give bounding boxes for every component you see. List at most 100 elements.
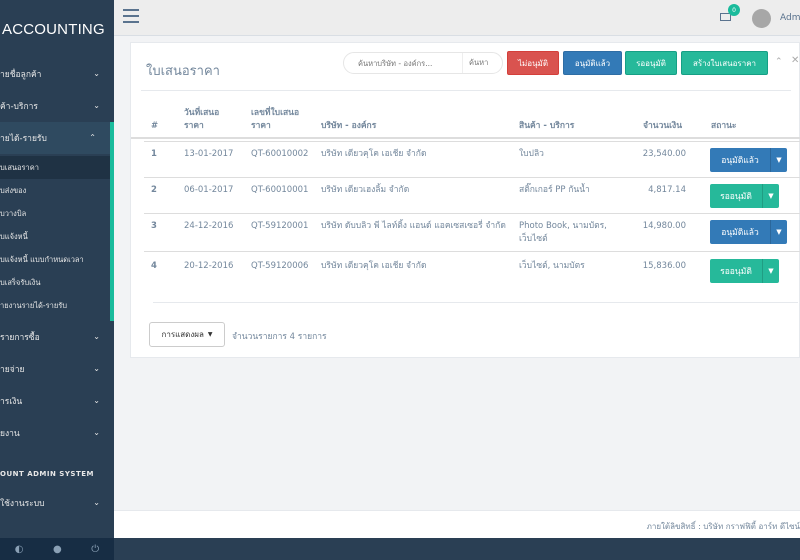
chevron-down-icon: ⌄: [93, 101, 100, 110]
record-count: จำนวนรายการ 4 รายการ: [232, 332, 327, 342]
row-date: 24-12-2016: [184, 221, 234, 231]
user-name[interactable]: Admin: [780, 13, 800, 23]
col-company: บริษัท - องค์กร: [321, 121, 377, 131]
table-header: # วันที่เสนอ ราคา เลขที่ใบเสนอ ราคา บริษ…: [131, 107, 800, 139]
sidebar-subitem-income-report[interactable]: ายงานรายได้-รายรับ: [0, 294, 110, 317]
filter-approved-button[interactable]: อนุมัติแล้ว: [563, 51, 622, 75]
sidebar-item-products[interactable]: ค้า-บริการ ⌄: [0, 90, 114, 122]
row-doc[interactable]: QT-60010002: [251, 148, 308, 161]
sidebar-subitem-receipt[interactable]: บเสร็จรับเงิน: [0, 271, 110, 294]
panel-divider: [141, 90, 791, 91]
table-row: 2 06-01-2017 QT-60010001 บริษัท เดียวเฮง…: [144, 177, 800, 213]
close-icon[interactable]: ✕: [791, 55, 799, 66]
status-dropdown[interactable]: อนุมัติแล้ว ▼: [710, 148, 787, 172]
sidebar-item-finance[interactable]: ารเงิน ⌄: [0, 385, 114, 417]
avatar[interactable]: [752, 9, 771, 28]
status-label[interactable]: รออนุมัติ: [710, 259, 762, 283]
status-label[interactable]: อนุมัติแล้ว: [710, 148, 770, 172]
row-company: บริษัท เดียวคุโค เอเชีย จำกัด: [321, 149, 427, 159]
filter-rejected-button[interactable]: ไม่อนุมัติ: [507, 51, 559, 75]
col-date: วันที่เสนอ ราคา: [184, 108, 220, 131]
row-company: บริษัท เดียวเฮงลิ้ม จำกัด: [321, 185, 410, 195]
col-num: #: [151, 121, 159, 131]
copyright-text: ภายใต้ลิขสิทธิ์ : บริษัท กราฟฟิตี้ อาร์ท…: [646, 522, 800, 531]
power-icon[interactable]: ⏻: [91, 544, 99, 555]
collapse-icon[interactable]: ⌃: [775, 57, 783, 67]
sidebar-item-label: ายจ่าย: [0, 365, 25, 375]
search-input[interactable]: [344, 53, 462, 73]
sidebar-item-label: ยงาน: [0, 429, 20, 439]
row-amount: 23,540.00: [642, 149, 686, 159]
menu-toggle-icon[interactable]: [123, 9, 139, 23]
status-label[interactable]: รออนุมัติ: [710, 184, 762, 208]
sidebar-item-label: ายได้-รายรับ: [0, 134, 47, 144]
chevron-up-icon: ⌃: [89, 133, 96, 142]
chevron-down-icon: ⌄: [93, 69, 100, 78]
row-doc[interactable]: QT-60010001: [251, 184, 308, 197]
row-amount: 15,836.00: [642, 261, 686, 271]
row-date: 06-01-2017: [184, 185, 234, 195]
row-num: 3: [151, 221, 157, 231]
table-divider: [153, 302, 798, 303]
status-dropdown[interactable]: รออนุมัติ ▼: [710, 184, 779, 208]
status-dropdown[interactable]: รออนุมัติ ▼: [710, 259, 779, 283]
caret-down-icon[interactable]: ▼: [762, 259, 779, 283]
table-row: 3 24-12-2016 QT-59120001 บริษัท ดับบลิว …: [144, 213, 800, 251]
display-options-button[interactable]: การแสดงผล ▼: [149, 322, 225, 347]
sidebar-item-reports[interactable]: ยงาน ⌄: [0, 417, 114, 449]
row-date: 13-01-2017: [184, 149, 234, 159]
dashboard-icon[interactable]: ◐: [15, 544, 24, 555]
display-options-label: การแสดงผล: [161, 330, 204, 339]
row-product: สติ๊กเกอร์ PP กันน้ำ: [519, 185, 590, 195]
sidebar-item-label: ารเงิน: [0, 397, 23, 407]
brand-logo: ACCOUNTING: [2, 20, 105, 38]
chevron-down-icon: ⌄: [93, 396, 100, 405]
row-amount: 4,817.14: [648, 185, 686, 195]
create-quotation-button[interactable]: สร้างใบเสนอราคา: [681, 51, 768, 75]
sidebar-subitem-invoice[interactable]: บแจ้งหนี้: [0, 225, 110, 248]
sidebar-item-expenses[interactable]: ายจ่าย ⌄: [0, 353, 114, 385]
status-dropdown[interactable]: อนุมัติแล้ว ▼: [710, 220, 787, 244]
chevron-down-icon: ⌄: [93, 428, 100, 437]
row-product: เว็บไซต์, นามบัตร: [519, 261, 585, 271]
user-icon[interactable]: ●: [53, 544, 62, 555]
row-num: 1: [151, 149, 157, 159]
sidebar-subitem-delivery[interactable]: บส่งของ: [0, 179, 110, 202]
filter-pending-button[interactable]: รออนุมัติ: [625, 51, 677, 75]
col-amount: จำนวนเงิน: [643, 121, 683, 131]
col-doc: เลขที่ใบเสนอ ราคา: [251, 108, 300, 131]
footer: ภายใต้ลิขสิทธิ์ : บริษัท กราฟฟิตี้ อาร์ท…: [114, 510, 800, 538]
status-label[interactable]: อนุมัติแล้ว: [710, 220, 770, 244]
sidebar-item-label: ใช้งานระบบ: [0, 499, 45, 509]
sidebar-footer: ◐ ● ⏻: [0, 538, 114, 560]
row-company: บริษัท เดียวคุโค เอเชีย จำกัด: [321, 261, 427, 271]
row-doc[interactable]: QT-59120006: [251, 260, 308, 273]
caret-down-icon[interactable]: ▼: [762, 184, 779, 208]
sidebar-subitem-billing[interactable]: บวางบิล: [0, 202, 110, 225]
row-num: 2: [151, 185, 157, 195]
page-title: ใบเสนอราคา: [146, 64, 220, 79]
row-doc[interactable]: QT-59120001: [251, 220, 308, 233]
sidebar-item-users[interactable]: ใช้งานระบบ ⌄: [0, 487, 114, 519]
col-status: สถานะ: [711, 121, 737, 131]
sidebar-section-title: OUNT ADMIN SYSTEM: [0, 470, 94, 478]
notification-badge: 0: [728, 4, 740, 16]
quotation-panel: ใบเสนอราคา ค้นหา ไม่อนุมัติ อนุมัติแล้ว …: [130, 42, 800, 358]
caret-down-icon[interactable]: ▼: [770, 148, 787, 172]
sidebar-item-customers[interactable]: ายชื่อลูกค้า ⌄: [0, 58, 114, 90]
table-row: 1 13-01-2017 QT-60010002 บริษัท เดียวคุโ…: [144, 141, 800, 177]
sidebar: ACCOUNTING ายชื่อลูกค้า ⌄ ค้า-บริการ ⌄ า…: [0, 0, 114, 538]
sidebar-item-purchases[interactable]: รายการซื้อ ⌄: [0, 321, 114, 353]
row-product: Photo Book, นามบัตร, เว็บไซต์: [519, 221, 607, 244]
sidebar-item-label: ายชื่อลูกค้า: [0, 70, 42, 80]
sidebar-subitem-quotation[interactable]: บเสนอราคา: [0, 156, 110, 179]
caret-down-icon[interactable]: ▼: [770, 220, 787, 244]
sidebar-subitem-scheduled-invoice[interactable]: บแจ้งหนี้ แบบกำหนดเวลา: [0, 248, 110, 271]
search-button[interactable]: ค้นหา: [462, 53, 488, 73]
table-row: 4 20-12-2016 QT-59120006 บริษัท เดียวคุโ…: [144, 251, 800, 289]
sidebar-item-label: รายการซื้อ: [0, 333, 40, 343]
top-nav: 0 Admin: [114, 0, 800, 36]
sidebar-submenu-income: บเสนอราคา บส่งของ บวางบิล บแจ้งหนี้ บแจ้…: [0, 154, 114, 321]
row-num: 4: [151, 261, 157, 271]
sidebar-item-income[interactable]: ายได้-รายรับ ⌃: [0, 122, 114, 154]
